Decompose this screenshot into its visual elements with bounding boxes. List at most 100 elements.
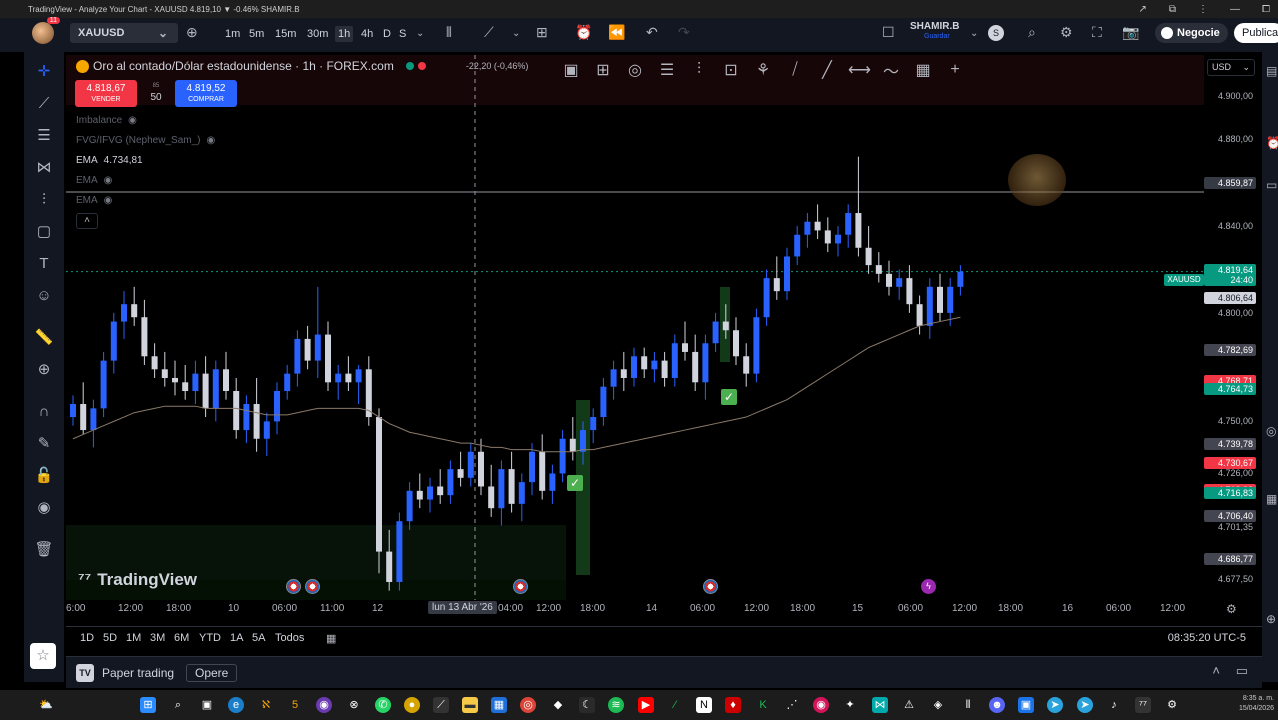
- indicator-ema-3[interactable]: EMA ◉: [76, 195, 112, 206]
- add-symbol-icon[interactable]: ⊕: [186, 24, 198, 41]
- app-icon[interactable]: ▦: [491, 697, 507, 713]
- text-icon[interactable]: T: [34, 254, 54, 274]
- system-tray-clock[interactable]: 8:35 a. m. 15/04/2026: [1239, 694, 1274, 714]
- fib-icon[interactable]: ☰: [34, 126, 54, 146]
- zoom-icon[interactable]: ⊕: [34, 360, 54, 380]
- target-icon[interactable]: ◎: [624, 60, 646, 80]
- indicator-fvg[interactable]: FVG/IFVG (Nephew_Sam_) ◉: [76, 135, 215, 146]
- app-icon[interactable]: ◉: [813, 697, 829, 713]
- window-control-minimize[interactable]: —: [1230, 4, 1240, 15]
- eye-icon[interactable]: ◉: [104, 175, 113, 186]
- notion-icon[interactable]: N: [696, 697, 712, 713]
- range-todos[interactable]: Todos: [275, 632, 304, 644]
- eye-icon[interactable]: ◉: [104, 195, 113, 206]
- interval-5m[interactable]: 5m: [246, 26, 267, 42]
- layout-name[interactable]: SHAMIR.B Guardar: [910, 22, 959, 42]
- buy-button[interactable]: 4.819,52 COMPRAR: [175, 80, 237, 107]
- anchor-icon[interactable]: ⚘: [752, 60, 774, 80]
- pattern-icon[interactable]: ⋈: [34, 158, 54, 178]
- telegram-icon[interactable]: ➤: [1047, 697, 1063, 713]
- app-icon[interactable]: ♦: [725, 697, 741, 713]
- avatar[interactable]: 11: [32, 17, 60, 44]
- eye-icon[interactable]: ◉: [34, 498, 54, 518]
- indicator-ema-2[interactable]: EMA ◉: [76, 175, 112, 186]
- file-explorer-icon[interactable]: ▬: [462, 697, 478, 713]
- range-1d[interactable]: 1D: [80, 632, 94, 644]
- app-icon[interactable]: ℵ: [258, 697, 274, 713]
- event-flag-icon[interactable]: [286, 579, 301, 594]
- window-control-popout[interactable]: ⧉: [1169, 4, 1176, 15]
- window-control-more[interactable]: ⋮: [1198, 4, 1208, 15]
- app-icon[interactable]: ◆: [550, 697, 566, 713]
- replay-icon[interactable]: ⏪: [608, 24, 625, 41]
- user-avatar-icon[interactable]: S: [988, 25, 1004, 41]
- app-icon[interactable]: ✦: [842, 697, 858, 713]
- app-icon[interactable]: ⋰: [784, 697, 800, 713]
- collapse-legend-button[interactable]: ˄: [76, 213, 98, 229]
- eye-icon[interactable]: ◉: [206, 135, 215, 146]
- pencil-lock-icon[interactable]: ✎: [34, 434, 54, 454]
- crosshair-icon[interactable]: ✛: [34, 62, 54, 82]
- settings-gear-icon[interactable]: ⚙: [1060, 24, 1073, 41]
- range-3m[interactable]: 3M: [150, 632, 165, 644]
- sell-button[interactable]: 4.818,67 VENDER: [75, 80, 137, 107]
- range-5d[interactable]: 5D: [103, 632, 117, 644]
- range-6m[interactable]: 6M: [174, 632, 189, 644]
- edge-browser-icon[interactable]: e: [228, 697, 244, 713]
- shapes-icon[interactable]: ▢: [34, 222, 54, 242]
- interval-dropdown-icon[interactable]: ⌄: [416, 28, 424, 39]
- app-icon[interactable]: ▣: [1018, 697, 1034, 713]
- event-flag-icon[interactable]: [513, 579, 528, 594]
- app-icon[interactable]: ◉: [316, 697, 332, 713]
- app-icon[interactable]: K: [755, 697, 771, 713]
- notifications-icon[interactable]: ⊕: [1266, 612, 1276, 626]
- range-ytd[interactable]: YTD: [199, 632, 221, 644]
- watchlist-icon[interactable]: ▤: [1266, 64, 1277, 78]
- interval-30m[interactable]: 30m: [304, 26, 331, 42]
- wave-icon[interactable]: 〜: [880, 58, 902, 82]
- eye-icon[interactable]: ◉: [128, 115, 137, 126]
- interval-1m[interactable]: 1m: [222, 26, 243, 42]
- app-icon[interactable]: ⁄: [667, 697, 683, 713]
- interval-s[interactable]: S: [396, 26, 409, 42]
- ruler-icon[interactable]: 📏: [34, 328, 54, 348]
- widgets-icon[interactable]: ⛅: [38, 697, 54, 713]
- app-icon[interactable]: ⊗: [346, 697, 362, 713]
- chart-legend-title[interactable]: Oro al contado/Dólar estadounidense · 1h…: [76, 59, 528, 73]
- forecast-icon[interactable]: ⫶: [34, 190, 54, 210]
- pen-icon[interactable]: ⧸: [784, 61, 806, 79]
- callout-icon[interactable]: ⊡: [720, 60, 742, 80]
- indicator-ema-1[interactable]: EMA 4.734,81: [76, 155, 143, 166]
- chart-clock[interactable]: 08:35:20 UTC-5: [1168, 632, 1246, 644]
- app-icon[interactable]: ⚙: [1164, 697, 1180, 713]
- window-control-maximize[interactable]: ⧠: [1262, 4, 1270, 15]
- task-view-icon[interactable]: ▣: [199, 697, 215, 713]
- panel-maximize-icon[interactable]: ▭: [1236, 663, 1248, 679]
- chrome-icon[interactable]: ◎: [520, 697, 536, 713]
- interval-4h[interactable]: 4h: [358, 26, 376, 42]
- symbol-search[interactable]: XAUUSD ⌄: [70, 23, 178, 43]
- news-icon[interactable]: ◎: [1266, 424, 1276, 438]
- time-axis[interactable]: 6:00 12:00 18:00 10 06:00 11:00 12 lun 13 Abr '…: [66, 600, 1262, 618]
- lock-icon[interactable]: 🔓: [34, 466, 54, 486]
- alerts-icon[interactable]: ⏰: [1266, 136, 1278, 150]
- add-icon[interactable]: +: [944, 61, 966, 79]
- lines-icon[interactable]: ☰: [656, 60, 678, 80]
- app-icon[interactable]: ⟋: [433, 697, 449, 713]
- dividend-bolt-icon[interactable]: ϟ: [921, 579, 936, 594]
- camera-icon[interactable]: 📷: [1122, 24, 1139, 41]
- interval-d[interactable]: D: [380, 26, 394, 42]
- favorites-star-icon[interactable]: ☆: [30, 643, 56, 669]
- negocie-button[interactable]: Negocie: [1155, 23, 1228, 43]
- goto-date-icon[interactable]: ▦: [326, 632, 336, 645]
- app-icon[interactable]: ➤: [1077, 697, 1093, 713]
- interval-15m[interactable]: 15m: [272, 26, 299, 42]
- paper-trading-tab[interactable]: TV Paper trading: [76, 664, 174, 682]
- undo-icon[interactable]: ↶: [646, 24, 658, 41]
- indicators-icon[interactable]: ⟋: [484, 24, 494, 41]
- levels-icon[interactable]: ⫶: [688, 61, 710, 79]
- tradingview-taskbar-icon[interactable]: ⁷⁷: [1135, 697, 1151, 713]
- trendline-icon[interactable]: ⟋: [34, 94, 54, 114]
- symbol-menu-icon[interactable]: ⌄: [158, 26, 168, 40]
- candlestick-chart[interactable]: [66, 55, 1204, 600]
